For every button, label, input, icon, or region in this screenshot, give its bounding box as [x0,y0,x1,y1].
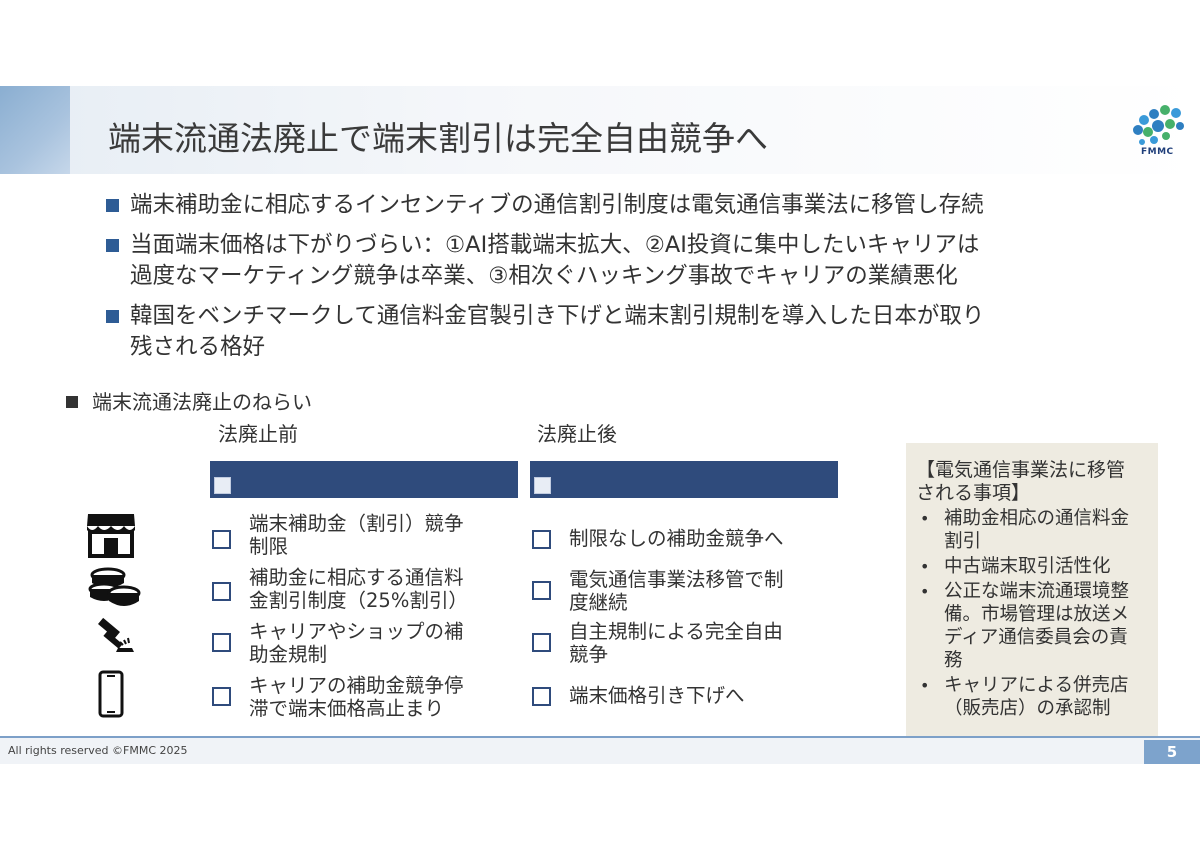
checkbox[interactable] [212,582,231,601]
slide-title: 端末流通法廃止で端末割引は完全自由競争へ [108,119,768,158]
bullet-item: 韓国をベンチマークして通信料金官製引き下げと端末割引規制を導入した日本が取り 残… [106,301,1106,363]
bullet-square-icon [106,239,119,252]
header-accent-block [0,86,70,174]
checkbox[interactable] [532,530,551,549]
note-box: 【電気通信事業法に移管 される事項】 • 補助金相応の通信料金 割引 • 中古端… [906,443,1158,736]
gavel-icon [98,617,134,652]
section-heading: 端末流通法廃止のねらい [66,386,312,415]
copyright-text: All rights reserved ©FMMC 2025 [8,744,188,757]
bullet-item: 当面端末価格は下がりづらい：①AI搭載端末拡大、②AI投資に集中したいキャリアは… [106,230,1106,292]
note-list: • 補助金相応の通信料金 割引 • 中古端末取引活性化 • 公正な端末流通環境整… [916,507,1156,722]
checkbox[interactable] [212,687,231,706]
before-column-label: 法廃止前 [218,422,298,446]
note-title: 【電気通信事業法に移管 される事項】 [916,459,1126,504]
note-item: • キャリアによる併売店 （販売店）の承認制 [920,675,1129,719]
bullet-dot-icon: • [920,676,930,695]
slide: 端末流通法廃止で端末割引は完全自由競争へ FMMC 端末補助金に相応するインセン… [0,0,1200,848]
bar-checkbox-icon [534,477,551,494]
note-item: • 公正な端末流通環境整 備。市場管理は放送メ ディア通信委員会の責 務 [920,581,1130,671]
after-header-bar [530,461,838,498]
bullet-dot-icon: • [920,509,930,528]
bullet-dot-icon: • [920,557,930,576]
checkbox[interactable] [212,530,231,549]
after-column-label: 法廃止後 [537,422,617,446]
bullet-dot-icon: • [920,582,930,601]
checkbox[interactable] [212,633,231,652]
bullet-square-icon [106,199,119,212]
bullet-square-icon [106,310,119,323]
before-header-bar [210,461,518,498]
checkbox[interactable] [532,581,551,600]
checkbox[interactable] [532,633,551,652]
store-icon [87,514,135,558]
bullet-list: 端末補助金に相応するインセンティブの通信割引制度は電気通信事業法に移管し存続 当… [106,190,1106,372]
bar-checkbox-icon [214,477,231,494]
note-item: • 中古端末取引活性化 [920,556,1111,577]
section-square-icon [66,396,78,408]
note-item: • 補助金相応の通信料金 割引 [920,508,1130,552]
checkbox[interactable] [532,687,551,706]
logo-text: FMMC [1141,147,1174,157]
page-number: 5 [1144,740,1200,764]
smartphone-icon [98,670,124,718]
coins-icon [88,567,141,606]
bullet-item: 端末補助金に相応するインセンティブの通信割引制度は電気通信事業法に移管し存続 [106,190,1106,221]
